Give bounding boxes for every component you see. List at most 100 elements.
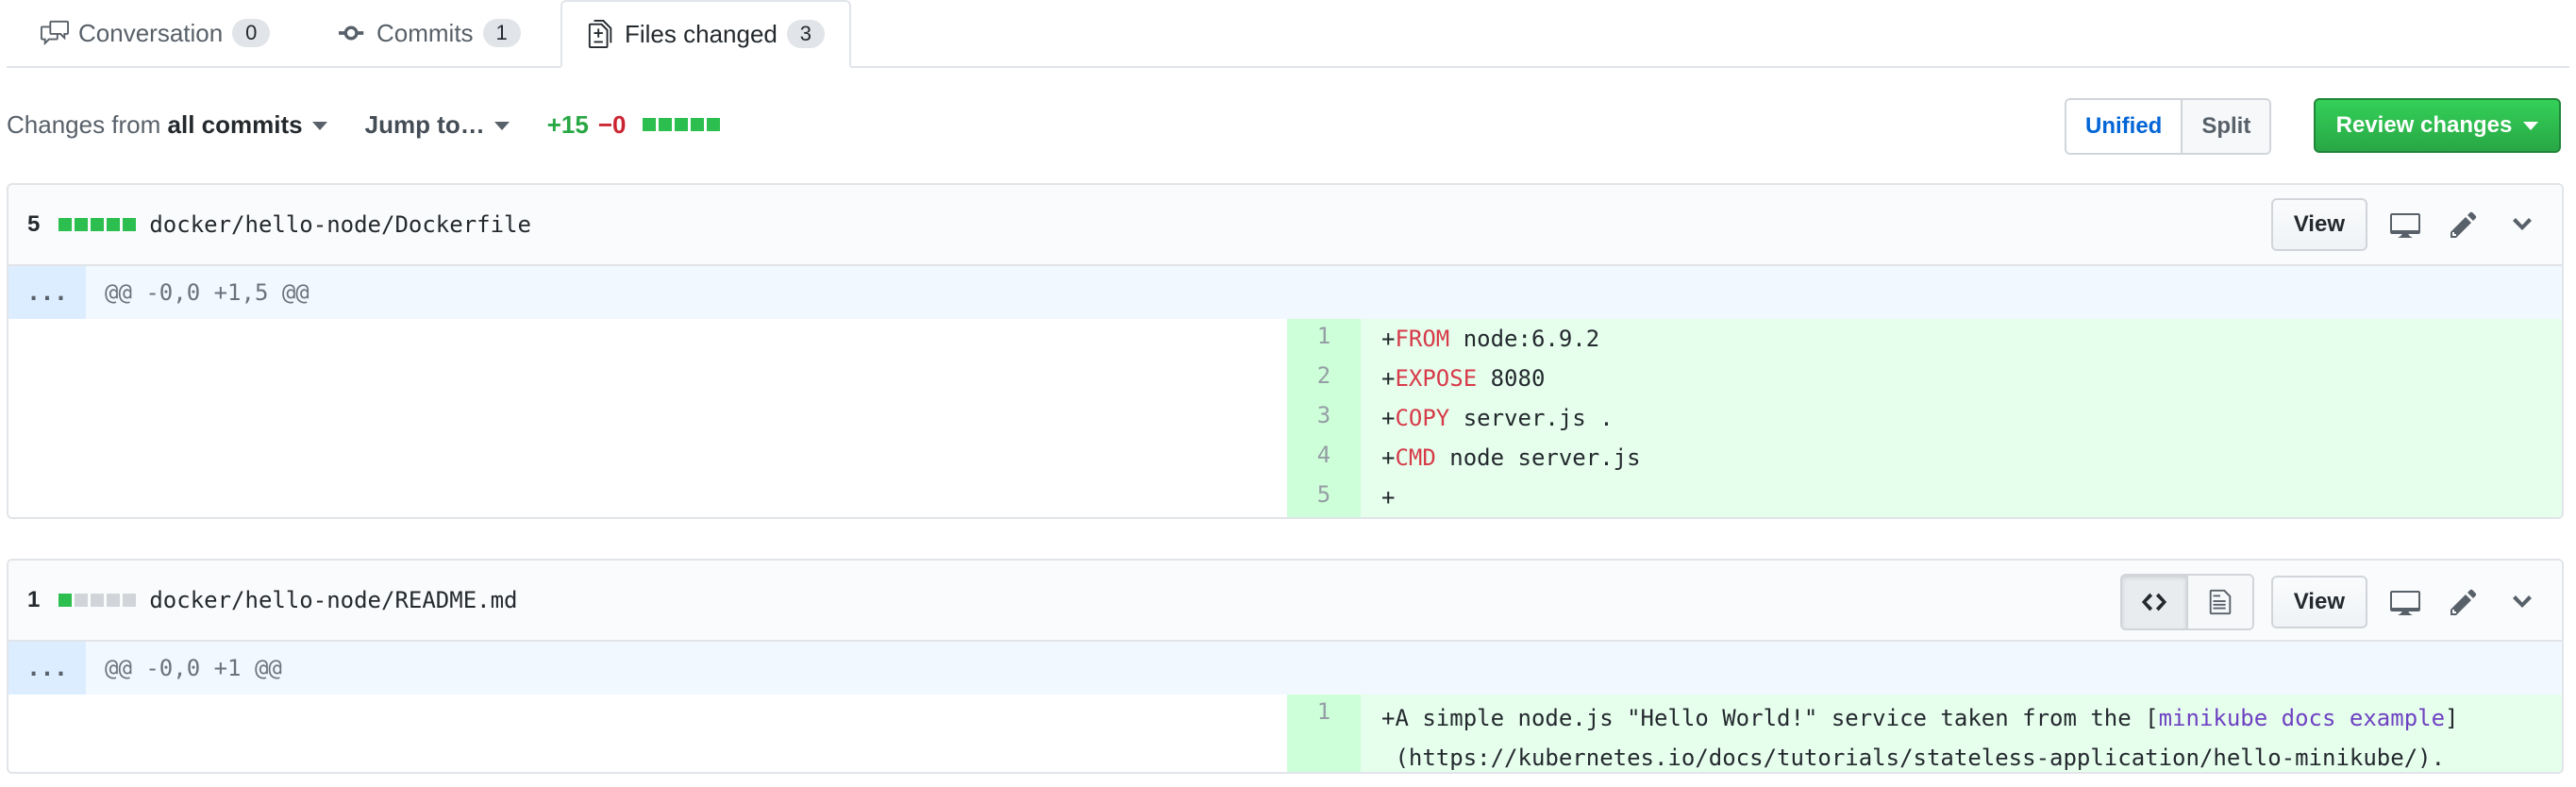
hunk-range: @@ -0,0 +1,5 @@ <box>105 279 309 306</box>
view-file-button[interactable]: View <box>2270 198 2367 251</box>
file-change-count: 1 <box>27 587 41 612</box>
code-text: ] <box>2445 705 2459 731</box>
code-line: + COPY server.js . <box>1361 398 2562 438</box>
diffstat-block <box>107 218 121 231</box>
code-text-continued: (https://kubernetes.io/docs/tutorials/st… <box>1381 745 2446 771</box>
line-number[interactable]: 1 <box>1287 695 1361 772</box>
desktop-icon[interactable] <box>2384 581 2426 623</box>
caret-down-icon <box>2523 121 2539 130</box>
tab-files-changed[interactable]: Files changed 3 <box>560 0 851 68</box>
diff-lines: 1 + FROM node:6.9.2 2 + EXPOSE 8080 3 + COP… <box>8 319 2562 517</box>
diffstat-block <box>59 218 73 231</box>
code-line: + CMD node server.js <box>1361 438 2562 477</box>
code-line: + EXPOSE 8080 <box>1361 359 2562 398</box>
code-text: server.js . <box>1449 405 1614 431</box>
pr-tabs: Conversation 0 Commits 1 Files changed 3 <box>7 0 2569 68</box>
code-line: + FROM node:6.9.2 <box>1361 319 2562 359</box>
plus-sign: + <box>1381 444 1396 471</box>
diff-lines: 1 +A simple node.js "Hello World!" servi… <box>8 695 2562 772</box>
split-view-button[interactable]: Split <box>2183 100 2270 153</box>
additions-count: +15 <box>546 109 589 139</box>
line-number[interactable]: 3 <box>1287 398 1361 438</box>
tab-commits-count: 1 <box>482 19 521 47</box>
diffstat: +15 −0 <box>547 110 721 140</box>
git-commit-icon <box>339 25 364 41</box>
markdown-link-text: minikube docs example <box>2158 705 2446 731</box>
blank-left-side <box>8 359 1287 398</box>
code-line: + <box>1361 477 2562 517</box>
source-rich-toggle <box>2119 574 2254 630</box>
pencil-icon[interactable] <box>2443 581 2484 623</box>
plus-sign: + <box>1381 405 1396 431</box>
plus-sign: + <box>1381 484 1396 511</box>
hunk-header: ... @@ -0,0 +1,5 @@ <box>8 266 2562 319</box>
keyword: FROM <box>1395 326 1450 352</box>
line-number[interactable]: 5 <box>1287 477 1361 517</box>
diff-line: 1 +A simple node.js "Hello World!" servi… <box>8 695 2562 772</box>
hunk-range: @@ -0,0 +1 @@ <box>105 655 282 681</box>
keyword: COPY <box>1395 405 1450 431</box>
keyword: EXPOSE <box>1395 365 1478 392</box>
tab-conversation[interactable]: Conversation 0 <box>16 0 294 66</box>
tab-conversation-label: Conversation <box>78 18 224 47</box>
plus-sign: + <box>1381 326 1396 352</box>
tab-commits[interactable]: Commits 1 <box>314 0 545 66</box>
diff-line: 1 + FROM node:6.9.2 <box>8 319 2562 359</box>
hunk-header: ... @@ -0,0 +1 @@ <box>8 642 2562 695</box>
diffstat-block <box>91 218 105 231</box>
comment-discussion-icon <box>41 20 69 46</box>
diff-line: 4 + CMD node server.js <box>8 438 2562 477</box>
diffstat-block <box>659 118 673 131</box>
file-header: 5 docker/hello-node/Dockerfile View <box>8 185 2562 266</box>
caret-down-icon <box>493 122 510 131</box>
code-line: +A simple node.js "Hello World!" service… <box>1361 695 2562 772</box>
expand-hunk-button[interactable]: ... <box>8 266 86 319</box>
line-number[interactable]: 1 <box>1287 319 1361 359</box>
diffstat-block <box>643 118 657 131</box>
code-text: node:6.9.2 <box>1449 326 1600 352</box>
chevron-down-icon[interactable] <box>2501 581 2543 623</box>
chevron-down-icon[interactable] <box>2501 204 2543 245</box>
line-number[interactable]: 2 <box>1287 359 1361 398</box>
caret-down-icon <box>311 122 327 131</box>
changes-from-prefix: Changes from <box>7 109 161 139</box>
line-number[interactable]: 4 <box>1287 438 1361 477</box>
file-change-count: 5 <box>27 211 41 237</box>
desktop-icon[interactable] <box>2384 204 2426 245</box>
pencil-icon[interactable] <box>2443 204 2484 245</box>
file-diff-readme: 1 docker/hello-node/README.md View ... @… <box>7 559 2564 774</box>
tab-files-changed-count: 3 <box>786 20 825 48</box>
review-changes-button[interactable]: Review changes <box>2314 98 2561 153</box>
jump-to-dropdown[interactable]: Jump to… <box>365 110 510 140</box>
tab-conversation-count: 0 <box>232 19 271 47</box>
review-changes-label: Review changes <box>2335 112 2513 138</box>
diffstat-block <box>675 118 689 131</box>
expand-hunk-button[interactable]: ... <box>8 642 86 695</box>
code-icon[interactable] <box>2121 576 2188 628</box>
file-path[interactable]: docker/hello-node/README.md <box>149 587 517 613</box>
diffstat-blocks <box>643 118 721 131</box>
diffstat-block <box>91 594 105 607</box>
changes-from-dropdown[interactable]: Changes from all commits <box>7 110 327 140</box>
blank-left-side <box>8 398 1287 438</box>
code-text: +A simple node.js "Hello World!" service… <box>1381 705 2159 731</box>
diffstat-block <box>75 594 89 607</box>
file-path[interactable]: docker/hello-node/Dockerfile <box>149 211 531 238</box>
diff-line: 5 + <box>8 477 2562 517</box>
jump-to-label: Jump to… <box>364 109 485 139</box>
blank-left-side <box>8 319 1287 359</box>
diff-line: 2 + EXPOSE 8080 <box>8 359 2562 398</box>
blank-left-side <box>8 695 1287 772</box>
deletions-count: −0 <box>597 109 627 139</box>
diff-line: 3 + COPY server.js . <box>8 398 2562 438</box>
code-text: node server.js <box>1435 444 1641 471</box>
file-diffstat-blocks <box>59 594 137 607</box>
diffstat-block <box>123 594 137 607</box>
file-diff-icon <box>588 20 612 48</box>
file-text-icon[interactable] <box>2187 576 2252 628</box>
unified-view-button[interactable]: Unified <box>2066 100 2183 153</box>
view-file-button[interactable]: View <box>2270 576 2367 628</box>
changes-from-value: all commits <box>167 109 303 139</box>
diffstat-block <box>707 118 721 131</box>
blank-left-side <box>8 477 1287 517</box>
